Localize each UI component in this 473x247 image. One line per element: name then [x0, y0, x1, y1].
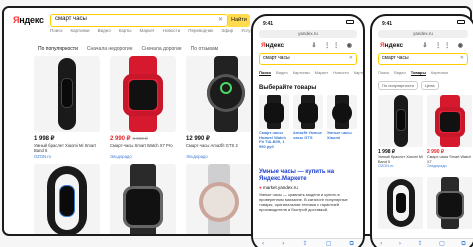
url-bar[interactable]: yandex.ru: [259, 30, 357, 38]
search-tab-4[interactable]: Новости: [333, 70, 348, 76]
search-input-value: смарт часы: [55, 16, 87, 22]
nav-tab-1[interactable]: Картинки: [70, 28, 89, 33]
browser-toolbar: ‹ › ⇪ ▢ ⧉: [372, 238, 473, 247]
clear-icon[interactable]: ✕: [218, 16, 223, 23]
price-chip[interactable]: Цена: [420, 81, 439, 90]
product-card[interactable]: 2 990 ₽3 990 ₽ Смарт-часы Smart Watch X7…: [110, 56, 178, 159]
forward-icon[interactable]: ›: [282, 239, 284, 247]
search-tab-0[interactable]: Поиск: [378, 70, 389, 76]
search-tabs: Поиск Видео Товары Картинки: [378, 70, 473, 76]
filter-chips: По популярности Цена: [378, 81, 473, 90]
search-button[interactable]: Найти: [228, 14, 250, 27]
tabs-icon[interactable]: ⧉: [350, 239, 354, 247]
clear-icon[interactable]: ✕: [460, 54, 464, 63]
composite-stage: Яндекс смарт часы ✕ Найти ♫ ⋮⋮ ◉ ПоискКа…: [0, 0, 473, 247]
product-image: [259, 95, 289, 129]
product-card[interactable]: 12 990 ₽ Смарт-часы Amazfit GTS 2 Эльдор…: [186, 56, 254, 159]
product-image-red-watch: [110, 56, 176, 132]
nav-tab-4[interactable]: Маркет: [140, 28, 155, 33]
nav-tab-0[interactable]: Поиск: [50, 28, 62, 33]
product-card[interactable]: 1 998 ₽ Умный браслет Xiaomi Mi Smart Ba…: [34, 56, 102, 159]
search-tab-2[interactable]: Картинки: [293, 70, 310, 76]
product-image-black-band: [34, 56, 100, 132]
product-image-red-watch: [427, 95, 472, 147]
nav-tab-5[interactable]: Новости: [163, 28, 180, 33]
back-icon[interactable]: ‹: [262, 239, 264, 247]
url-bar[interactable]: yandex.ru: [378, 30, 468, 38]
phone-serp: 9:41 yandex.ru Яндекс ⇩ ⋮⋮ ◉ смарт часы ✕ …: [251, 14, 365, 247]
search-tab-3[interactable]: Картинки: [431, 70, 448, 76]
status-bar: 9:41: [372, 16, 473, 28]
sort-option-0[interactable]: По популярности: [38, 46, 78, 52]
yandex-logo[interactable]: Яндекс ⇩ ⋮⋮ ◉: [261, 42, 363, 49]
product-image: [327, 95, 357, 129]
search-tab-1[interactable]: Видео: [394, 70, 406, 76]
nav-tab-6[interactable]: Переводчик: [188, 28, 213, 33]
product-image-black-round-watch: [186, 56, 252, 132]
carousel-card[interactable]: Amazfit Умные часы GTS: [293, 95, 323, 140]
product-card[interactable]: 2 990 ₽ Смарт-часы Smart Watch X7 Эльдор…: [427, 95, 472, 168]
search-tab-5[interactable]: Карты: [354, 70, 363, 76]
share-icon[interactable]: ⇪: [417, 239, 422, 247]
yandex-logo[interactable]: Яндекс: [13, 15, 44, 25]
result-title-link[interactable]: Умные часы — купить на Яндекс.Маркете: [259, 169, 357, 183]
forward-icon[interactable]: ›: [399, 239, 401, 247]
search-tabs: Поиск Видео Картинки Маркет Новости Карты: [259, 70, 363, 76]
product-image-square-watch: [427, 177, 472, 229]
clear-icon[interactable]: ✕: [349, 54, 353, 63]
battery-icon: [457, 20, 465, 24]
product-card[interactable]: [186, 164, 254, 234]
product-card[interactable]: [378, 177, 423, 229]
tabs-icon[interactable]: ⧉: [461, 239, 465, 247]
carousel-card[interactable]: Смарт-часы Huawei Watch Fit TIA-B09, 1 9…: [259, 95, 289, 149]
status-bar: 9:41: [253, 16, 363, 28]
product-image-black-band: [378, 95, 423, 147]
back-icon[interactable]: ‹: [380, 239, 382, 247]
carousel-card[interactable]: Умные часы Xiaomi: [327, 95, 357, 140]
sort-option-1[interactable]: Сначала недорогие: [87, 46, 133, 52]
product-grid: 1 998 ₽ Умный браслет Xiaomi Mi Band 5 O…: [378, 95, 473, 247]
search-input[interactable]: смарт часы ✕: [259, 53, 357, 65]
search-input[interactable]: смарт часы ✕: [50, 14, 228, 27]
nav-tab-2[interactable]: Видео: [98, 28, 111, 33]
product-image-black-band-2: [34, 164, 100, 234]
product-image: [293, 95, 323, 129]
battery-icon: [346, 20, 354, 24]
sort-option-2[interactable]: Сначала дорогие: [142, 46, 182, 52]
sort-option-3[interactable]: По отзывам: [191, 46, 218, 52]
sort-filters: По популярности Сначала недорогие Сначала …: [38, 46, 218, 52]
header-icons[interactable]: ⇩ ⋮⋮ ◉: [422, 42, 466, 49]
nav-tab-7[interactable]: Эфир: [221, 28, 233, 33]
result-snippet: Умные часы — сравнить модели и купить в …: [259, 192, 348, 212]
result-domain: ● market.yandex.ru: [259, 185, 298, 190]
share-icon[interactable]: ⇪: [302, 239, 307, 247]
search-input[interactable]: смарт часы ✕: [378, 53, 468, 65]
product-card[interactable]: 1 998 ₽ Умный браслет Xiaomi Mi Band 5 O…: [378, 95, 423, 168]
product-image-black-band-2: [378, 177, 423, 229]
section-title: Выберайте товары: [259, 85, 317, 91]
product-card[interactable]: [427, 177, 472, 229]
bookmarks-icon[interactable]: ▢: [326, 239, 332, 247]
search-tab-3[interactable]: Маркет: [315, 70, 329, 76]
nav-tab-3[interactable]: Карты: [119, 28, 132, 33]
product-image-rose-watch: [186, 164, 252, 234]
desktop-nav-tabs: Поиск Картинки Видео Карты Маркет Новости Пере…: [50, 28, 255, 33]
browser-toolbar: ‹ › ⇪ ▢ ⧉: [253, 238, 363, 247]
yandex-logo[interactable]: Яндекс ⇩ ⋮⋮ ◉: [380, 42, 473, 49]
phone-products: 9:41 yandex.ru Яндекс ⇩ ⋮⋮ ◉ смарт часы ✕ …: [370, 14, 473, 247]
sort-chip[interactable]: По популярности: [378, 81, 418, 90]
search-tab-2[interactable]: Товары: [410, 70, 426, 76]
search-tab-0[interactable]: Поиск: [259, 70, 272, 76]
product-image-square-watch: [110, 164, 176, 234]
header-icons[interactable]: ⇩ ⋮⋮ ◉: [311, 42, 355, 49]
product-card[interactable]: [34, 164, 102, 234]
bookmarks-icon[interactable]: ▢: [439, 239, 445, 247]
product-carousel: Смарт-часы Huawei Watch Fit TIA-B09, 1 9…: [253, 95, 363, 165]
product-card[interactable]: [110, 164, 178, 234]
search-tab-1[interactable]: Видео: [276, 70, 288, 76]
